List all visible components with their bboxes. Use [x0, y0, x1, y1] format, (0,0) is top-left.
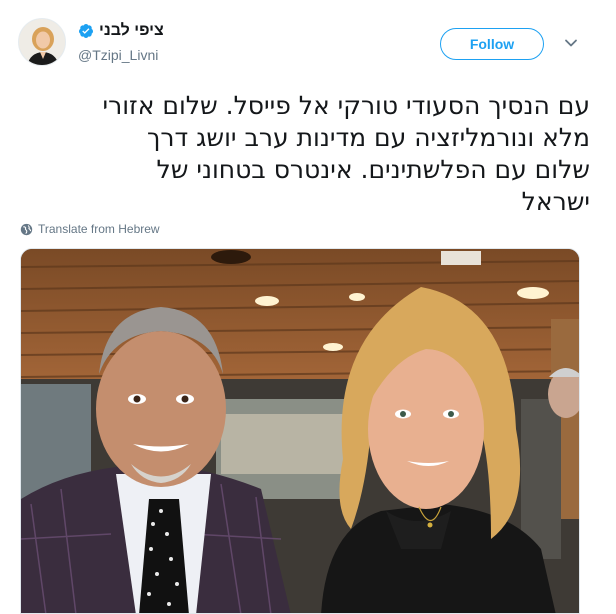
tweet-header: ציפי לבני @Tzipi_Livni Follow	[18, 18, 598, 74]
tweet-photo[interactable]	[20, 248, 580, 614]
display-name[interactable]: ציפי לבני	[99, 22, 164, 40]
avatar[interactable]	[18, 18, 66, 66]
verified-badge-icon	[78, 24, 93, 38]
chevron-down-icon[interactable]	[564, 36, 578, 50]
translate-label: Translate from Hebrew	[38, 222, 160, 236]
translate-link[interactable]: Translate from Hebrew	[20, 222, 160, 236]
tweet-text-line: שלום עם הפלשתינים. אינטרס בטחוני של	[156, 155, 590, 184]
globe-icon	[20, 223, 33, 235]
user-handle[interactable]: @Tzipi_Livni	[78, 47, 158, 63]
tweet-text-line: ישראל	[521, 187, 590, 216]
tweet-card: ציפי לבני @Tzipi_Livni Follow עם הנסיך ה…	[0, 0, 616, 614]
profile-photo-icon	[19, 19, 65, 65]
follow-button[interactable]: Follow	[440, 28, 544, 60]
tweet-text: עם הנסיך הסעודי טורקי אל פייסל. שלום אזו…	[20, 90, 590, 218]
tweet-text-line: מלא ונורמליזציה עם מדינות ערב יושג דרך	[146, 123, 590, 152]
tweet-text-line: עם הנסיך הסעודי טורקי אל פייסל. שלום אזו…	[102, 91, 590, 120]
name-row: ציפי לבני	[78, 22, 164, 40]
photo-image	[21, 249, 579, 613]
